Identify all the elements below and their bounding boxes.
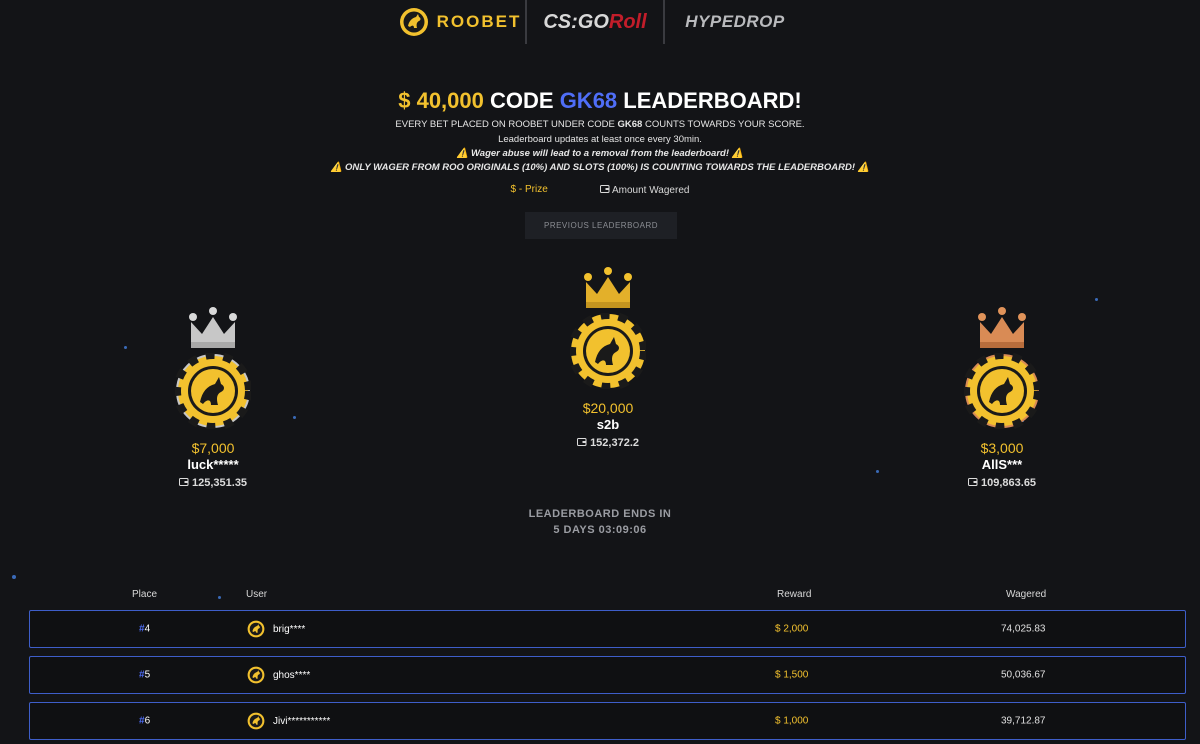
row-user: Jivi*********** bbox=[247, 712, 330, 730]
brand-csgoroll-label: CS:GORoll bbox=[543, 11, 646, 34]
roobet-kangaroo-icon bbox=[399, 8, 428, 36]
roobet-chip-icon bbox=[962, 351, 1042, 431]
rules-line-1: EVERY BET PLACED ON ROOBET UNDER CODE GK… bbox=[0, 119, 1200, 130]
bronze-crown-icon bbox=[978, 307, 1026, 348]
row-username: Jivi*********** bbox=[273, 715, 331, 727]
podium-third-name: AllS*** bbox=[981, 457, 1023, 472]
podium-first-name: s2b bbox=[596, 417, 620, 432]
roobet-chip-icon bbox=[173, 351, 253, 431]
page-title: $ 40,000 CODE GK68 LEADERBOARD! bbox=[0, 88, 1200, 114]
roobet-kangaroo-icon bbox=[247, 712, 265, 730]
row-place: #4 bbox=[139, 624, 150, 635]
row-place-number: 4 bbox=[144, 623, 151, 635]
row-user: brig**** bbox=[247, 620, 305, 638]
legend-amount: Amount Wagered bbox=[599, 184, 690, 196]
column-header-place: Place bbox=[132, 589, 158, 600]
background-dot bbox=[876, 470, 879, 473]
column-header-reward: Reward bbox=[777, 589, 812, 600]
brand-csgoroll[interactable]: CS:GORoll bbox=[525, 0, 665, 44]
rules-line-1-pre: EVERY BET PLACED ON ROOBET UNDER CODE bbox=[395, 119, 615, 130]
background-dot bbox=[293, 416, 296, 419]
podium-third-wager: 109,863.65 bbox=[922, 477, 1082, 489]
column-header-wagered: Wagered bbox=[1006, 589, 1047, 600]
warning-icon: ⚠️ bbox=[456, 148, 469, 159]
rules-line-4: ⚠️ ONLY WAGER FROM ROO ORIGINALS (10%) A… bbox=[0, 162, 1200, 173]
warning-icon: ⚠️ bbox=[731, 148, 744, 159]
background-dot bbox=[12, 575, 16, 579]
rules-line-3-text: Wager abuse will lead to a removal from … bbox=[471, 148, 729, 159]
legend-amount-label: Amount Wagered bbox=[612, 185, 690, 196]
podium-second-wager: 125,351.35 bbox=[133, 477, 293, 489]
table-row: #4 brig**** $ 2,000 74,025.83 bbox=[29, 610, 1186, 648]
row-place: #6 bbox=[139, 716, 150, 727]
podium-second-name: luck***** bbox=[187, 457, 239, 472]
legend: $ - Prize Amount Wagered bbox=[0, 184, 1200, 196]
wallet-icon bbox=[599, 185, 612, 196]
roobet-kangaroo-icon bbox=[247, 666, 265, 684]
row-username: ghos**** bbox=[273, 669, 311, 681]
rules-line-1-code: GK68 bbox=[617, 119, 643, 130]
brand-roobet[interactable]: ROOBET bbox=[395, 0, 525, 44]
podium-first-prize: $20,000 bbox=[582, 400, 634, 416]
column-header-user: User bbox=[246, 589, 268, 600]
background-dot bbox=[1095, 298, 1098, 301]
gold-crown-icon bbox=[584, 267, 632, 308]
countdown-label: LEADERBOARD ENDS IN bbox=[528, 508, 672, 520]
row-wagered: 74,025.83 bbox=[1001, 623, 1046, 635]
countdown-value: 5 DAYS 03:09:06 bbox=[553, 524, 647, 536]
podium-second-prize: $7,000 bbox=[191, 440, 235, 456]
brand-bar: ROOBET CS:GORoll HYPEDROP bbox=[0, 0, 1200, 44]
row-reward: $ 1,500 bbox=[775, 669, 809, 681]
podium-third-wager-value: 109,863.65 bbox=[981, 477, 1037, 489]
brand-roobet-label: ROOBET bbox=[436, 12, 522, 31]
title-code-word: CODE bbox=[490, 88, 554, 113]
title-code: GK68 bbox=[559, 88, 618, 113]
podium-first-wager-value: 152,372.2 bbox=[590, 437, 639, 449]
row-wagered: 50,036.67 bbox=[1001, 669, 1046, 681]
roobet-kangaroo-icon bbox=[247, 620, 265, 638]
rules-line-1-post: COUNTS TOWARDS YOUR SCORE. bbox=[644, 119, 805, 130]
row-reward: $ 2,000 bbox=[775, 623, 809, 635]
podium-third-prize: $3,000 bbox=[980, 440, 1024, 456]
brand-csgo-text: CS:GO bbox=[543, 10, 609, 33]
warning-icon: ⚠️ bbox=[857, 162, 870, 173]
brand-hypedrop[interactable]: HYPEDROP bbox=[665, 0, 805, 44]
wallet-icon bbox=[577, 437, 587, 449]
brand-hypedrop-label: HYPEDROP bbox=[685, 12, 785, 31]
title-prize: $ 40,000 bbox=[398, 88, 484, 113]
wallet-icon bbox=[178, 477, 189, 489]
row-place-number: 5 bbox=[144, 669, 151, 681]
roobet-chip-icon bbox=[568, 311, 648, 391]
brand-roll-text: Roll bbox=[608, 10, 647, 33]
row-user: ghos**** bbox=[247, 666, 310, 684]
background-dot bbox=[218, 596, 221, 599]
podium-third: $3,000 AllS*** 109,863.65 bbox=[922, 306, 1082, 489]
wallet-icon bbox=[967, 477, 978, 489]
countdown: LEADERBOARD ENDS IN 5 DAYS 03:09:06 bbox=[0, 506, 1200, 538]
legend-prize: $ - Prize bbox=[510, 184, 548, 195]
podium-second: $7,000 luck***** 125,351.35 bbox=[133, 306, 293, 489]
previous-leaderboard-button[interactable]: PREVIOUS LEADERBOARD bbox=[525, 212, 677, 239]
row-place: #5 bbox=[139, 670, 150, 681]
table-row: #6 Jivi*********** $ 1,000 39,712.87 bbox=[29, 702, 1186, 740]
rules-line-4-text: ONLY WAGER FROM ROO ORIGINALS (10%) AND … bbox=[344, 162, 856, 173]
row-place-number: 6 bbox=[144, 715, 151, 727]
rules-line-2: Leaderboard updates at least once every … bbox=[498, 134, 702, 145]
row-wagered: 39,712.87 bbox=[1001, 715, 1046, 727]
title-suffix: LEADERBOARD! bbox=[623, 88, 802, 113]
row-reward: $ 1,000 bbox=[775, 715, 809, 727]
table-row: #5 ghos**** $ 1,500 50,036.67 bbox=[29, 656, 1186, 694]
podium-second-wager-value: 125,351.35 bbox=[192, 477, 248, 489]
silver-crown-icon bbox=[189, 307, 237, 348]
warning-icon: ⚠️ bbox=[330, 162, 343, 173]
podium-first: $20,000 s2b 152,372.2 bbox=[528, 266, 688, 449]
podium-first-wager: 152,372.2 bbox=[528, 437, 688, 449]
background-dot bbox=[124, 346, 127, 349]
rules-line-3: ⚠️ Wager abuse will lead to a removal fr… bbox=[0, 148, 1200, 159]
row-username: brig**** bbox=[273, 623, 306, 635]
